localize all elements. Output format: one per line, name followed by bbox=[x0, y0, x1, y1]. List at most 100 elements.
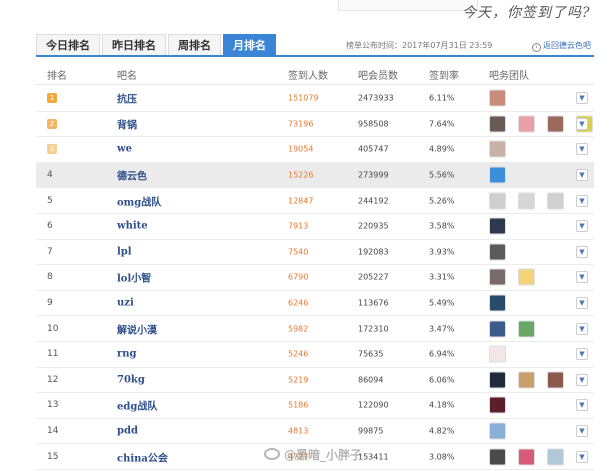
rank-number: 14 bbox=[47, 426, 59, 437]
moderator-avatar[interactable] bbox=[489, 166, 506, 184]
forum-name-link[interactable]: lol小智 bbox=[117, 270, 151, 285]
moderator-avatar[interactable] bbox=[489, 140, 506, 158]
forum-name-link[interactable]: 抗压 bbox=[117, 91, 137, 106]
member-count: 273999 bbox=[358, 170, 389, 180]
rank-number: 5 bbox=[47, 195, 53, 206]
search-box-edge bbox=[338, 0, 478, 11]
chevron-down-icon[interactable]: ▼ bbox=[576, 425, 588, 438]
moderator-avatar[interactable] bbox=[547, 371, 564, 389]
moderator-team bbox=[489, 217, 506, 235]
back-link[interactable]: ‹ 返回德云色吧 bbox=[532, 40, 591, 52]
moderator-avatar[interactable] bbox=[489, 294, 506, 312]
weibo-icon bbox=[264, 448, 280, 460]
moderator-avatar[interactable] bbox=[489, 345, 506, 363]
member-count: 153411 bbox=[358, 452, 389, 462]
forum-name-link[interactable]: 德云色 bbox=[117, 168, 147, 183]
member-count: 405747 bbox=[358, 144, 389, 154]
forum-name-link[interactable]: 70kg bbox=[117, 374, 145, 385]
moderator-avatar[interactable] bbox=[518, 268, 535, 286]
tab-yesterday[interactable]: 昨日排名 bbox=[102, 34, 166, 56]
moderator-avatar[interactable] bbox=[518, 115, 535, 133]
table-row: 13 edg战队 5186 122090 4.18% ▼ bbox=[36, 393, 594, 419]
rank-number: 10 bbox=[47, 323, 59, 334]
tab-today[interactable]: 今日排名 bbox=[36, 34, 100, 56]
table-row: 8 lol小智 6790 205227 3.31% ▼ bbox=[36, 265, 594, 291]
signed-count: 15226 bbox=[288, 170, 314, 180]
forum-name-link[interactable]: uzi bbox=[117, 298, 134, 309]
sign-rate: 5.56% bbox=[429, 170, 455, 180]
chevron-down-icon[interactable]: ▼ bbox=[576, 348, 588, 361]
signed-count: 7913 bbox=[288, 221, 309, 231]
ranking-table: 1 抗压 151079 2473933 6.11% ▼ 2 背锅 73196 958508 7.64… bbox=[36, 86, 594, 470]
member-count: 958508 bbox=[358, 119, 389, 129]
moderator-avatar[interactable] bbox=[489, 89, 506, 107]
moderator-team bbox=[489, 243, 506, 261]
moderator-avatar[interactable] bbox=[518, 192, 535, 210]
moderator-team bbox=[489, 371, 564, 389]
rank-medal-icon: 1 bbox=[47, 93, 57, 104]
member-count: 113676 bbox=[358, 298, 389, 308]
chevron-down-icon[interactable]: ▼ bbox=[576, 143, 588, 156]
forum-name-link[interactable]: 背锅 bbox=[117, 116, 137, 131]
sign-rate: 3.08% bbox=[429, 452, 455, 462]
signed-count: 12847 bbox=[288, 196, 314, 206]
moderator-avatar[interactable] bbox=[489, 243, 506, 261]
member-count: 205227 bbox=[358, 272, 389, 282]
forum-name-link[interactable]: we bbox=[117, 144, 132, 155]
tab-month[interactable]: 月排名 bbox=[223, 34, 276, 56]
member-count: 122090 bbox=[358, 400, 389, 410]
moderator-avatar[interactable] bbox=[547, 192, 564, 210]
tab-week[interactable]: 周排名 bbox=[168, 34, 221, 56]
table-row: 10 解说小漠 5982 172310 3.47% ▼ bbox=[36, 316, 594, 342]
signed-count: 19054 bbox=[288, 144, 314, 154]
rank-number: 7 bbox=[47, 246, 53, 257]
member-count: 172310 bbox=[358, 324, 389, 334]
moderator-team bbox=[489, 320, 535, 338]
ranking-tabs: 今日排名 昨日排名 周排名 月排名 bbox=[36, 34, 278, 56]
chevron-down-icon[interactable]: ▼ bbox=[576, 322, 588, 335]
chevron-down-icon[interactable]: ▼ bbox=[576, 169, 588, 182]
chevron-down-icon[interactable]: ▼ bbox=[576, 117, 588, 130]
moderator-avatar[interactable] bbox=[489, 192, 506, 210]
forum-name-link[interactable]: omg战队 bbox=[117, 193, 161, 208]
sign-rate: 3.58% bbox=[429, 221, 455, 231]
forum-name-link[interactable]: pdd bbox=[117, 426, 138, 437]
col-signed: 签到人数 bbox=[288, 71, 328, 82]
moderator-avatar[interactable] bbox=[489, 396, 506, 414]
forum-name-link[interactable]: edg战队 bbox=[117, 398, 157, 413]
chevron-down-icon[interactable]: ▼ bbox=[576, 450, 588, 463]
moderator-avatar[interactable] bbox=[489, 320, 506, 338]
chevron-down-icon[interactable]: ▼ bbox=[576, 373, 588, 386]
chevron-down-icon[interactable]: ▼ bbox=[576, 399, 588, 412]
chevron-down-icon[interactable]: ▼ bbox=[576, 297, 588, 310]
chevron-down-icon[interactable]: ▼ bbox=[576, 220, 588, 233]
sign-rate: 3.93% bbox=[429, 247, 455, 257]
moderator-avatar[interactable] bbox=[489, 448, 506, 466]
moderator-avatar[interactable] bbox=[489, 268, 506, 286]
moderator-avatar[interactable] bbox=[489, 217, 506, 235]
back-arrow-icon: ‹ bbox=[532, 43, 541, 52]
forum-name-link[interactable]: lpl bbox=[117, 246, 132, 257]
forum-name-link[interactable]: 解说小漠 bbox=[117, 321, 157, 336]
forum-name-link[interactable]: white bbox=[117, 221, 148, 232]
chevron-down-icon[interactable]: ▼ bbox=[576, 194, 588, 207]
moderator-avatar[interactable] bbox=[518, 371, 535, 389]
moderator-avatar[interactable] bbox=[547, 448, 564, 466]
moderator-avatar[interactable] bbox=[489, 115, 506, 133]
moderator-avatar[interactable] bbox=[547, 115, 564, 133]
moderator-team bbox=[489, 345, 506, 363]
moderator-avatar[interactable] bbox=[489, 371, 506, 389]
forum-name-link[interactable]: china公会 bbox=[117, 449, 168, 464]
moderator-avatar[interactable] bbox=[489, 422, 506, 440]
sign-rate: 5.49% bbox=[429, 298, 455, 308]
moderator-team bbox=[489, 192, 564, 210]
col-rank: 排名 bbox=[47, 71, 67, 82]
chevron-down-icon[interactable]: ▼ bbox=[576, 271, 588, 284]
rank-number: 12 bbox=[47, 374, 59, 385]
forum-name-link[interactable]: rng bbox=[117, 349, 137, 360]
moderator-avatar[interactable] bbox=[518, 320, 535, 338]
moderator-avatar[interactable] bbox=[518, 448, 535, 466]
back-link-label: 返回德云色吧 bbox=[543, 41, 591, 50]
chevron-down-icon[interactable]: ▼ bbox=[576, 245, 588, 258]
chevron-down-icon[interactable]: ▼ bbox=[576, 92, 588, 105]
